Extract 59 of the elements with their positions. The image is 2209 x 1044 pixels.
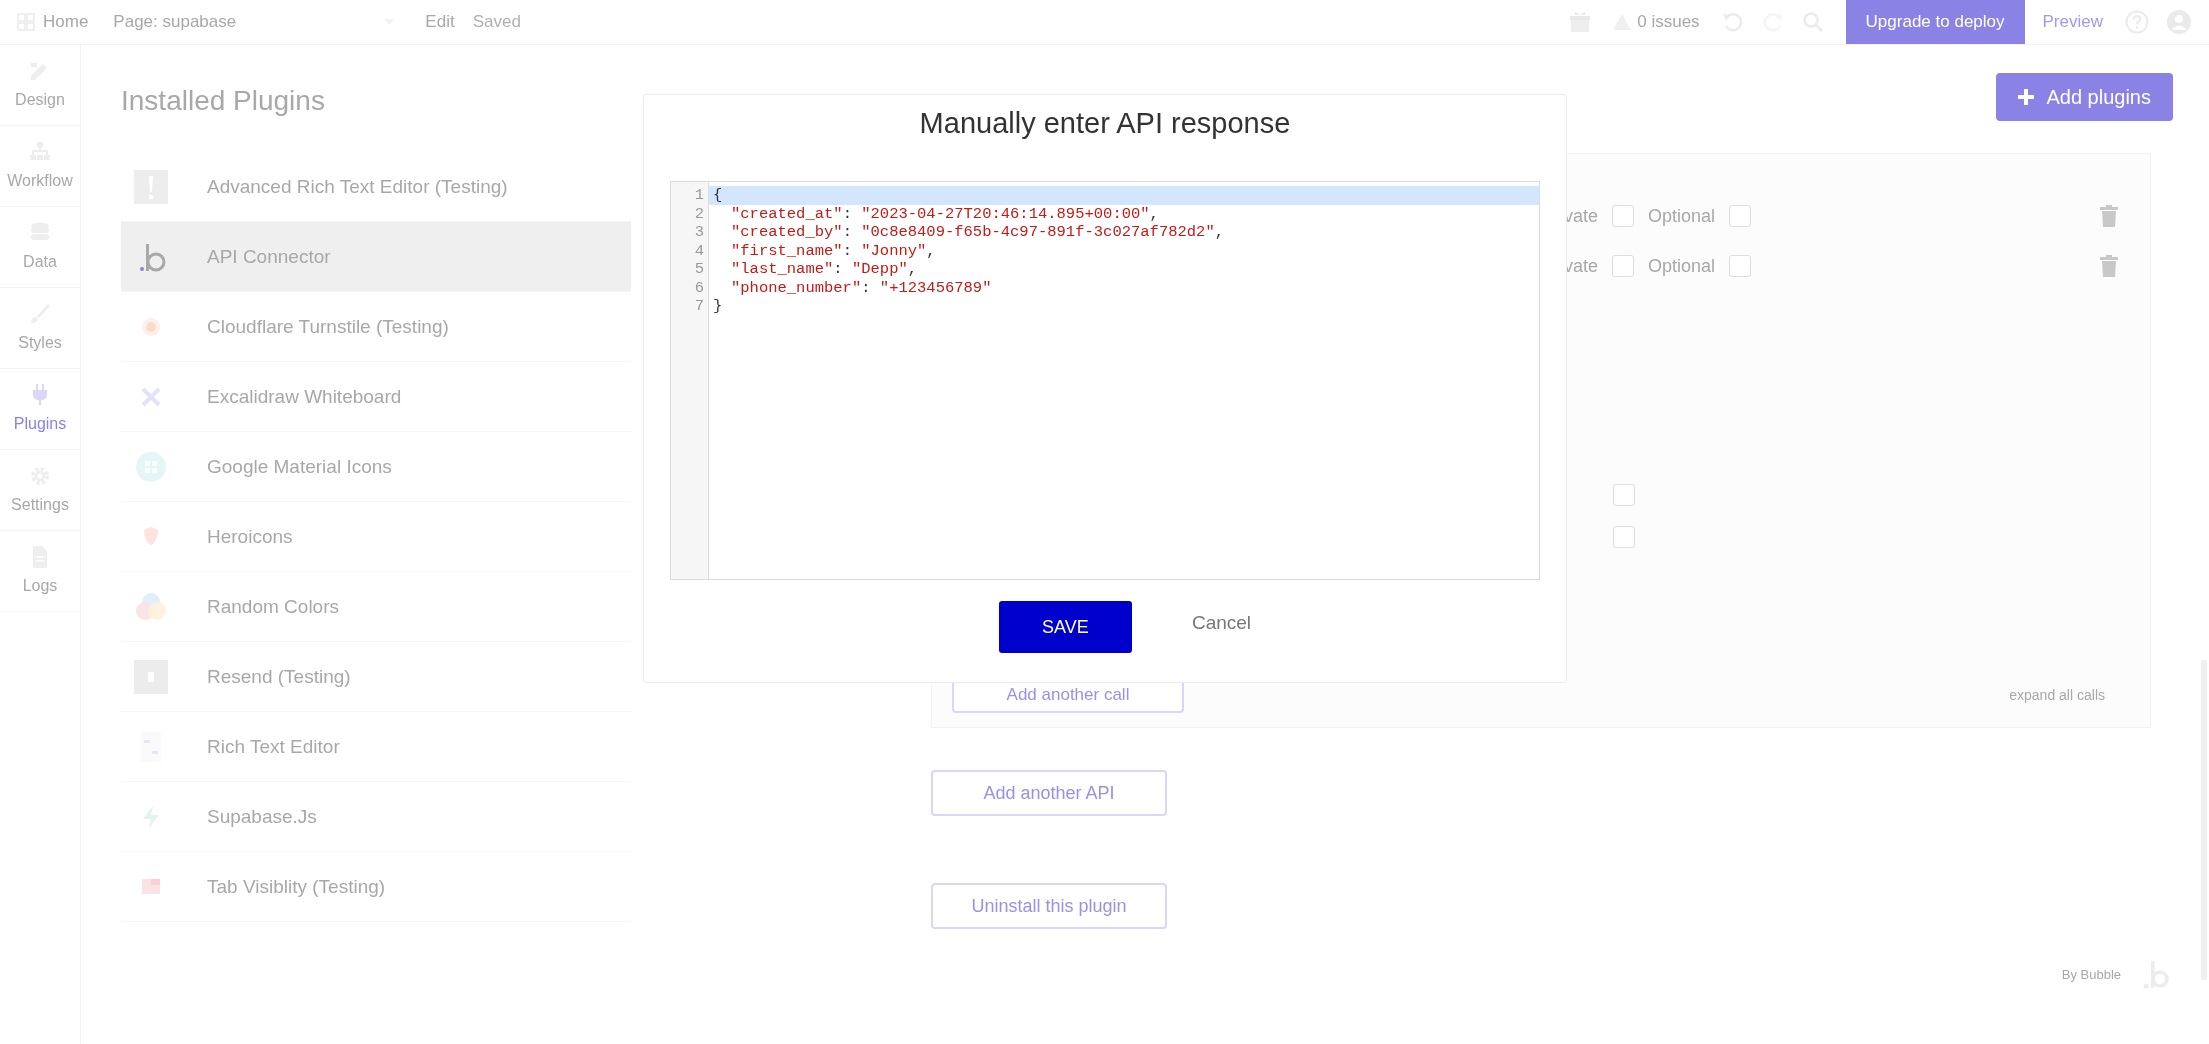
plugin-item[interactable]: Supabase.Js	[121, 782, 631, 852]
save-status: Saved	[472, 12, 521, 32]
plugin-item[interactable]: Rich Text Editor	[121, 712, 631, 782]
trash-icon	[2100, 205, 2118, 227]
grid-circle-icon	[134, 449, 168, 484]
param-label: Optional	[1648, 205, 1716, 227]
checkbox[interactable]	[1729, 255, 1752, 277]
save-button[interactable]: SAVE	[998, 601, 1132, 653]
code-line: "phone_number": "+123456789"	[730, 278, 993, 297]
line-number: 2	[693, 204, 705, 223]
page-title: Installed Plugins	[121, 85, 325, 117]
plugin-item[interactable]: API Connector	[121, 222, 631, 292]
checkbox[interactable]	[1612, 205, 1635, 227]
sidebar-item[interactable]: Settings	[0, 450, 80, 531]
code-line: }	[712, 297, 724, 316]
line-number: 6	[693, 278, 705, 297]
checkbox[interactable]	[1613, 484, 1635, 506]
sidebar-item[interactable]: Data	[0, 207, 80, 288]
uninstall-button[interactable]: Uninstall this plugin	[931, 883, 1167, 929]
plugin-item[interactable]: Heroicons	[121, 502, 631, 572]
checkbox[interactable]	[1612, 255, 1635, 277]
upgrade-button[interactable]: Upgrade to deploy	[1845, 0, 2025, 44]
dialog-title: Manually enter API response	[919, 107, 1291, 140]
sidebar-item[interactable]: Styles	[0, 288, 80, 369]
checkbox[interactable]	[1613, 526, 1635, 548]
line-number: 5	[693, 260, 705, 279]
sidebar-item[interactable]: Plugins	[0, 369, 80, 450]
code-editor[interactable]: 1 2 3 4 5 6 7 { "created_at": "2023-04-27T20:46:14.895+00:00", "created_by": "0c8e8409-f65b-4c97-891f-3c027af782d2", "first_name": "Jonny", "last_name": "Depp", "phone_number": "+123456789" }	[670, 181, 1540, 580]
expand-link[interactable]: expand all calls	[2009, 687, 2105, 703]
credit-text: By Bubble	[2061, 966, 2121, 982]
cancel-link[interactable]: Cancel	[1191, 612, 1252, 634]
code-line: "first_name": "Jonny",	[730, 241, 937, 260]
issues-link[interactable]: 0 issues	[1613, 12, 1700, 32]
plugin-item[interactable]: Random Colors	[121, 572, 631, 642]
preview-link[interactable]: Preview	[2042, 12, 2103, 32]
plugin-item[interactable]: Tab Visiblity (Testing)	[121, 852, 631, 922]
plus-icon	[2018, 89, 2035, 105]
sidebar-item[interactable]: Workflow	[0, 126, 80, 207]
page-dropdown[interactable]: Page: supabase	[113, 12, 396, 32]
sidebar-item[interactable]: Design	[0, 45, 80, 126]
line-number: 1	[693, 186, 705, 205]
home-link[interactable]: Home	[17, 12, 89, 32]
plugin-item[interactable]: Excalidraw Whiteboard	[121, 362, 631, 432]
sidebar-item[interactable]: Logs	[0, 531, 80, 612]
edit-menu[interactable]: Edit	[425, 12, 455, 32]
plugin-item[interactable]: Resend (Testing)	[121, 642, 631, 712]
add-api-button[interactable]: Add another API	[931, 770, 1167, 816]
plugin-item[interactable]: Cloudflare Turnstile (Testing)	[121, 292, 631, 362]
checkbox[interactable]	[1729, 205, 1752, 227]
plugin-item[interactable]: Google Material Icons	[121, 432, 631, 502]
line-number: 4	[693, 241, 705, 260]
line-number: 3	[693, 223, 705, 242]
code-line: "last_name": "Depp",	[730, 260, 919, 279]
code-line: "created_by": "0c8e8409-f65b-4c97-891f-3c027af782d2",	[730, 223, 1225, 242]
trash-icon	[2100, 255, 2118, 277]
add-plugins-button[interactable]: Add plugins	[1996, 73, 2173, 121]
line-number: 7	[693, 297, 705, 316]
code-line: "created_at": "2023-04-27T20:46:14.895+00:00",	[730, 204, 1160, 223]
param-label: Optional	[1648, 255, 1716, 277]
